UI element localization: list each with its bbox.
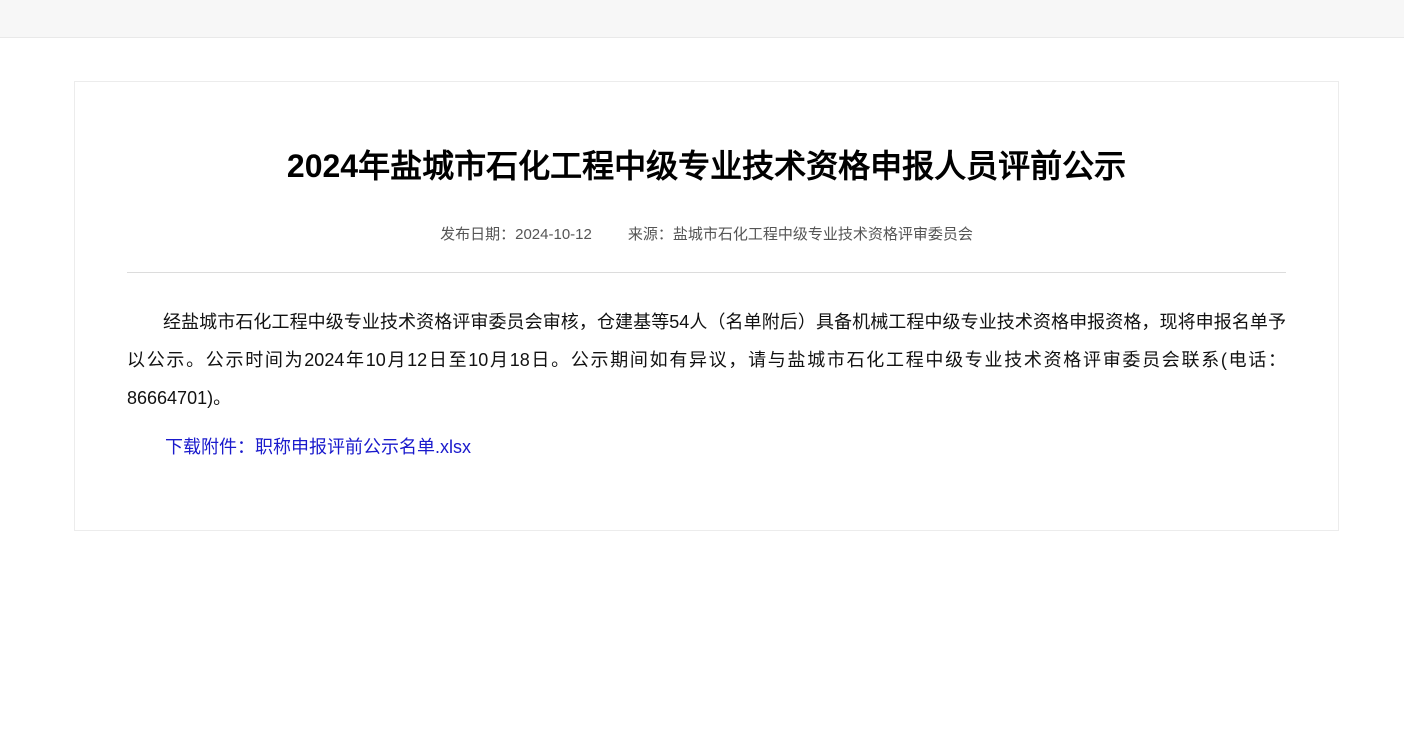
title-divider: [127, 272, 1286, 273]
article-card: 2024年盐城市石化工程中级专业技术资格申报人员评前公示 发布日期：2024-1…: [74, 81, 1339, 531]
page-title: 2024年盐城市石化工程中级专业技术资格申报人员评前公示: [286, 148, 1127, 184]
source-label: 来源：: [627, 226, 673, 243]
body-paragraph: 经盐城市石化工程中级专业技术资格评审委员会审核，仓建基等54人（名单附后）具备机…: [127, 312, 1286, 408]
publish-date: 2024-10-12: [515, 226, 592, 243]
source-name: 盐城市石化工程中级专业技术资格评审委员会: [672, 226, 973, 243]
article-meta: 发布日期：2024-10-12 来源：盐城市石化工程中级专业技术资格评审委员会: [75, 225, 1338, 245]
attachment-label: 下载附件：: [165, 437, 255, 457]
attachment-row: 下载附件：职称申报评前公示名单.xlsx: [165, 434, 471, 460]
attachment-filename: 职称申报评前公示名单.xlsx: [255, 437, 471, 457]
publish-date-label: 发布日期：: [440, 226, 516, 243]
attachment-download-link[interactable]: 下载附件：职称申报评前公示名单.xlsx: [165, 437, 471, 457]
article-body: 经盐城市石化工程中级专业技术资格评审委员会审核，仓建基等54人（名单附后）具备机…: [127, 303, 1286, 417]
top-bar: [0, 0, 1404, 38]
